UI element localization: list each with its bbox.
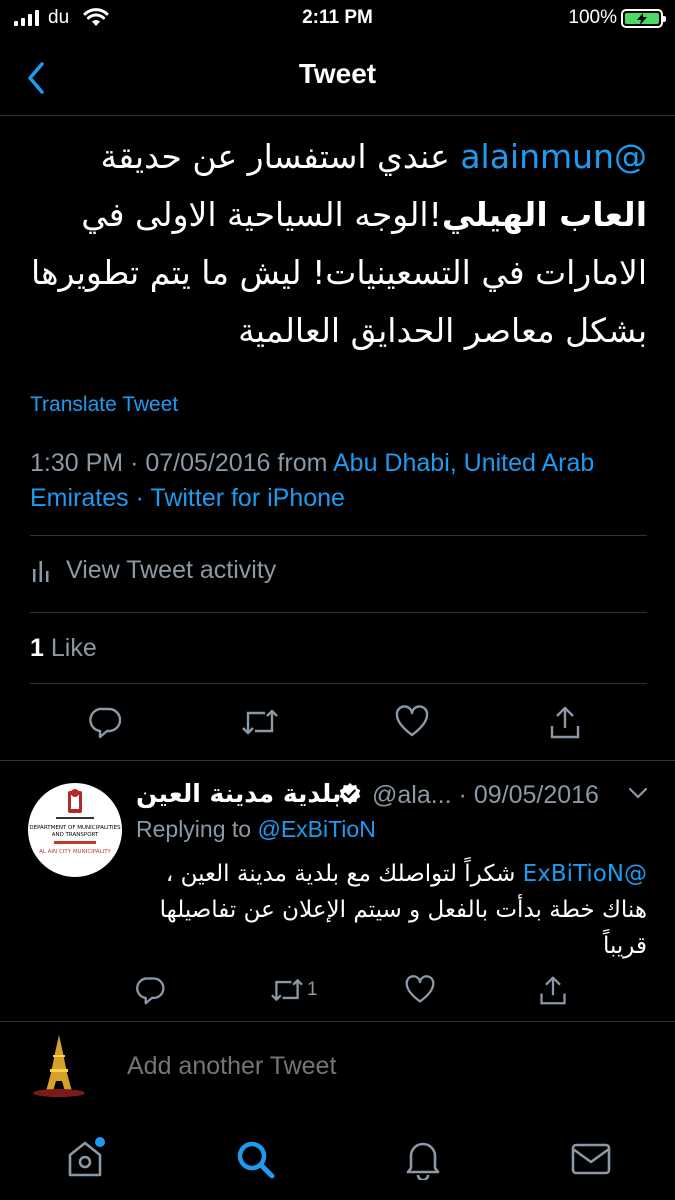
tweet-time: 1:30 PM — [30, 449, 124, 477]
tweet-actions — [0, 702, 675, 742]
reply-like-button[interactable] — [404, 972, 436, 1008]
reply-meta: @ala... · 09/05/2016 — [372, 781, 599, 810]
reply-header: بلدية مدينة العين @ala... · 09/05/2016 — [136, 779, 656, 813]
nav-bar: Tweet — [0, 38, 675, 116]
chevron-down-icon[interactable] — [627, 785, 649, 801]
share-icon — [540, 976, 566, 1005]
replying-label: Replying to — [136, 816, 252, 842]
divider — [30, 612, 647, 613]
heart-icon — [395, 705, 429, 737]
reply-icon — [136, 977, 165, 1005]
reply-author-name[interactable]: بلدية مدينة العين — [136, 779, 341, 808]
reply-retweet-button[interactable]: 1 — [270, 972, 318, 1008]
reply-date: 09/05/2016 — [473, 781, 599, 809]
tweet-mention[interactable]: @alainmun — [460, 137, 647, 176]
tab-search[interactable] — [230, 1134, 280, 1184]
avatar-caption-en3: AL AIN CITY MUNICIPALITY — [39, 849, 111, 855]
reply-separator: · — [458, 781, 467, 809]
share-button[interactable] — [545, 702, 585, 742]
translate-tweet-link[interactable]: Translate Tweet — [30, 393, 178, 417]
mail-icon — [571, 1143, 611, 1175]
reply-text: @ExBiTioN شكراً لتواصلك مع بلدية مدينة ا… — [136, 856, 647, 964]
likes-count[interactable]: 1 Like — [30, 634, 97, 663]
bell-icon — [406, 1142, 440, 1180]
heart-icon — [405, 975, 435, 1003]
view-activity-label: View Tweet activity — [66, 556, 277, 584]
tab-home[interactable] — [60, 1134, 110, 1184]
status-bar: du 2:11 PM 100% — [0, 0, 675, 38]
tab-notifications[interactable] — [398, 1134, 448, 1184]
divider — [30, 535, 647, 536]
tweet-date: 07/05/2016 — [145, 449, 271, 477]
avatar-caption-en1: DEPARTMENT OF MUNICIPALITIES — [29, 825, 121, 831]
divider — [0, 760, 675, 761]
reply-mention[interactable]: @ExBiTioN — [523, 861, 647, 887]
verified-badge-icon — [339, 783, 361, 805]
retweet-icon — [242, 709, 278, 735]
divider — [30, 683, 647, 684]
share-icon — [550, 706, 580, 739]
tweet-meta: 1:30 PM · 07/05/2016 from Abu Dhabi, Uni… — [30, 446, 645, 516]
reply-icon — [89, 707, 122, 739]
replying-to: Replying to @ExBiTioN — [136, 816, 376, 843]
avatar-caption-en2: AND TRANSPORT — [52, 832, 99, 838]
retweet-icon — [271, 979, 303, 1001]
tab-messages[interactable] — [566, 1134, 616, 1184]
like-count: 1 — [30, 634, 44, 662]
reply-button[interactable] — [86, 702, 126, 742]
meta-separator: · — [130, 449, 139, 477]
reply-retweet-count: 1 — [307, 979, 318, 1000]
divider — [0, 1021, 675, 1022]
from-label: from — [277, 449, 328, 477]
battery-icon — [621, 9, 666, 28]
like-button[interactable] — [392, 702, 432, 742]
battery-percent: 100% — [568, 7, 617, 28]
user-avatar[interactable] — [30, 1033, 88, 1097]
tweet-text-bold: العاب الهيلي — [441, 195, 647, 234]
activity-bars-icon — [33, 560, 49, 582]
municipality-logo-icon: DEPARTMENT OF MUNICIPALITIES AND TRANSPO… — [29, 789, 121, 855]
charging-bolt-icon — [637, 12, 647, 25]
search-icon — [237, 1141, 275, 1179]
home-notification-dot — [95, 1137, 105, 1147]
avatar[interactable]: DEPARTMENT OF MUNICIPALITIES AND TRANSPO… — [28, 783, 122, 877]
view-activity-button[interactable]: View Tweet activity — [30, 556, 276, 585]
add-tweet-input[interactable] — [127, 1052, 449, 1081]
reply-handle: @ala... — [372, 781, 452, 809]
tweet-text: @alainmun عندي استفسار عن حديقة العاب ال… — [30, 128, 647, 360]
reply-reply-button[interactable] — [136, 972, 166, 1008]
page-title: Tweet — [298, 58, 377, 89]
meta-separator-2: · — [135, 484, 144, 512]
reply-share-button[interactable] — [538, 972, 568, 1008]
reply-actions: 1 — [0, 972, 675, 1008]
like-label: Like — [50, 634, 97, 662]
retweet-button[interactable] — [240, 702, 280, 742]
tweet-source-link[interactable]: Twitter for iPhone — [150, 484, 345, 512]
tweet-text-part1: عندي استفسار عن حديقة — [100, 137, 461, 176]
tab-bar — [0, 1120, 675, 1200]
replying-to-handle[interactable]: @ExBiTioN — [257, 816, 375, 842]
